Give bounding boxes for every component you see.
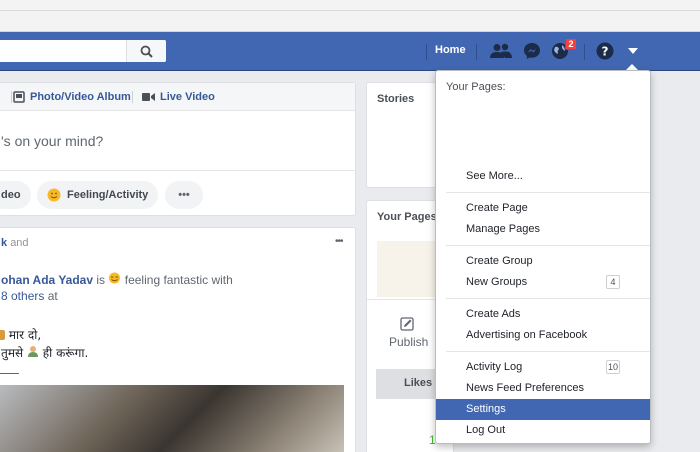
- menu-item-settings[interactable]: Settings: [436, 399, 650, 420]
- post-body-line-2: तुमसे ही करूंगा.: [1, 346, 89, 360]
- tab-live-video[interactable]: Live Video: [142, 91, 215, 103]
- composer-divider: [0, 170, 355, 171]
- notification-badge: 2: [565, 38, 577, 50]
- menu-item-create-group[interactable]: Create Group: [436, 251, 650, 272]
- video-pill[interactable]: deo: [0, 181, 31, 209]
- composer-input[interactable]: 's on your mind?: [1, 133, 103, 149]
- post-card: k and ••• ohan Ada Yadav is feeling fant…: [0, 227, 356, 452]
- help-icon[interactable]: ?: [594, 41, 616, 61]
- publish-icon[interactable]: [400, 317, 414, 334]
- menu-item-advertising[interactable]: Advertising on Facebook: [436, 325, 650, 346]
- emoji-icon: [0, 330, 5, 340]
- your-pages-title: Your Pages: [377, 211, 437, 223]
- nav-divider: [476, 44, 477, 60]
- feeling-activity-pill[interactable]: Feeling/Activity: [37, 181, 159, 209]
- person-emoji-icon: [27, 346, 43, 360]
- post-underline: [0, 373, 19, 374]
- menu-divider: [446, 192, 650, 193]
- stories-title: Stories: [377, 93, 415, 105]
- account-dropdown-menu: Your Pages: See More... Create Page Mana…: [435, 70, 651, 444]
- post-header-link[interactable]: k: [1, 237, 7, 249]
- post-tagged-line: 8 others at: [1, 289, 58, 303]
- post-author-line: ohan Ada Yadav is feeling fantastic with: [1, 272, 233, 287]
- friend-requests-icon[interactable]: [490, 41, 512, 61]
- post-feeling-text: feeling fantastic with: [124, 273, 233, 287]
- menu-divider: [446, 245, 650, 246]
- menu-item-see-more[interactable]: See More...: [436, 166, 650, 187]
- search-button[interactable]: [126, 40, 166, 62]
- post-body-line-1: मार दो,: [0, 326, 41, 343]
- post-author-link[interactable]: ohan Ada Yadav: [1, 273, 93, 287]
- feeling-emoji-icon: [108, 272, 124, 287]
- menu-item-manage-pages[interactable]: Manage Pages: [436, 219, 650, 240]
- video-camera-icon: [142, 93, 155, 101]
- browser-divider: [0, 10, 700, 11]
- svg-text:?: ?: [602, 45, 609, 59]
- publish-button[interactable]: Publish: [389, 335, 428, 349]
- menu-item-log-out[interactable]: Log Out: [436, 420, 650, 441]
- browser-chrome: [0, 0, 700, 32]
- nav-divider: [584, 44, 585, 60]
- search-icon: [140, 45, 153, 58]
- menu-item-news-feed-preferences[interactable]: News Feed Preferences: [436, 378, 650, 399]
- nav-divider: [426, 44, 427, 60]
- home-link[interactable]: Home: [435, 44, 466, 56]
- tab-photo-video-album[interactable]: Photo/Video Album: [13, 91, 131, 103]
- composer-card: Photo/Video Album Live Video 's on your …: [0, 82, 356, 216]
- tab-divider: [11, 91, 12, 103]
- menu-divider: [446, 298, 650, 299]
- search-input[interactable]: [0, 40, 166, 62]
- new-groups-count: 4: [606, 275, 620, 289]
- your-pages-header: Your Pages:: [446, 81, 506, 93]
- more-options-pill[interactable]: •••: [165, 181, 203, 209]
- activity-log-count: 10: [606, 360, 620, 374]
- tab-divider: [132, 91, 133, 103]
- post-at-word: at: [47, 289, 58, 303]
- post-options-button[interactable]: •••: [335, 236, 343, 247]
- photo-album-icon: [13, 91, 25, 103]
- post-header-and: and: [10, 237, 29, 249]
- smiley-icon: [47, 188, 61, 202]
- menu-item-create-page[interactable]: Create Page: [436, 198, 650, 219]
- post-others-link[interactable]: 8 others: [1, 289, 44, 303]
- post-is-word: is: [96, 273, 106, 287]
- account-menu-caret-icon[interactable]: [622, 41, 644, 61]
- composer-tabs: Photo/Video Album Live Video: [0, 83, 355, 111]
- menu-item-activity-log[interactable]: Activity Log 10: [436, 357, 650, 378]
- menu-item-new-groups[interactable]: New Groups 4: [436, 272, 650, 293]
- top-navigation-bar: Home 2 ?: [0, 32, 700, 71]
- menu-divider: [446, 351, 650, 352]
- post-header: k and: [1, 237, 29, 249]
- messenger-icon[interactable]: [521, 41, 543, 61]
- page-thumbnail[interactable]: [377, 241, 437, 297]
- menu-item-create-ads[interactable]: Create Ads: [436, 304, 650, 325]
- post-photo[interactable]: [0, 385, 344, 452]
